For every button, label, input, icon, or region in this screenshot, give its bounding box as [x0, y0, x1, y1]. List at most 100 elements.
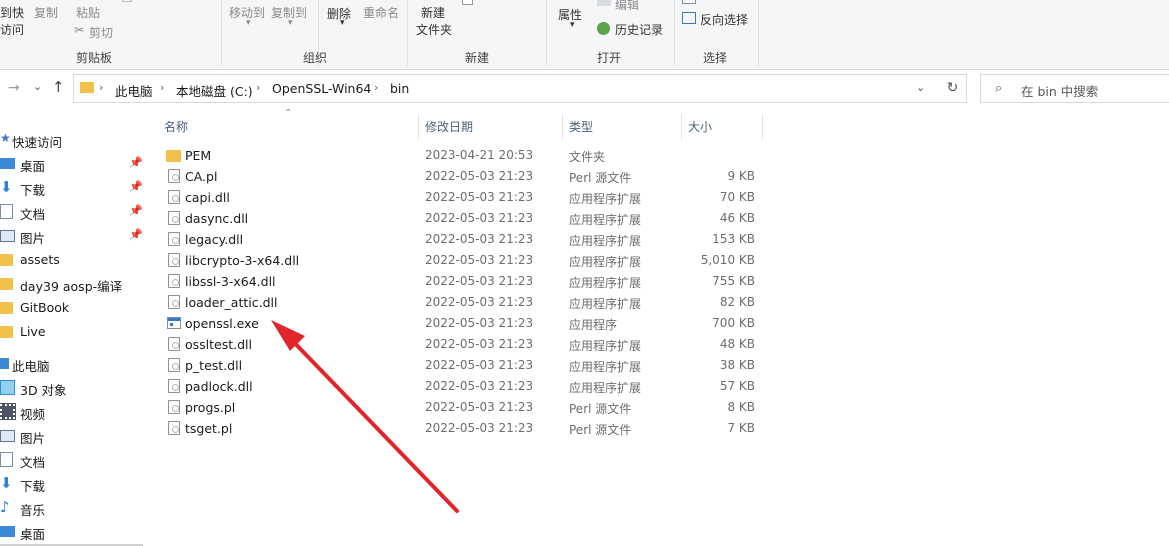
- nav-item-this-pc[interactable]: 此电脑: [0, 352, 146, 376]
- table-row[interactable]: capi.dll 2022-05-03 21:23 应用程序扩展 70 KB: [164, 187, 764, 208]
- edit-button[interactable]: 编辑: [615, 0, 639, 13]
- refresh-button[interactable]: ↻: [939, 74, 967, 103]
- nav-item-desktop-2[interactable]: 桌面: [0, 520, 146, 544]
- breadcrumb-local-disk[interactable]: 本地磁盘 (C:): [176, 81, 253, 100]
- up-arrow-icon[interactable]: ↑: [52, 78, 65, 96]
- nav-item-label: day39 aosp-编译: [20, 279, 123, 294]
- document-icon: [0, 204, 13, 219]
- column-header-size[interactable]: 大小: [688, 118, 712, 135]
- nav-item-desktop[interactable]: 桌面 📌: [0, 152, 146, 176]
- desktop-icon: [0, 526, 15, 537]
- column-divider[interactable]: [418, 114, 419, 140]
- nav-item-assets[interactable]: assets: [0, 248, 146, 272]
- table-row[interactable]: p_test.dll 2022-05-03 21:23 应用程序扩展 38 KB: [164, 355, 764, 376]
- column-divider[interactable]: [681, 114, 682, 140]
- file-type: 应用程序扩展: [569, 360, 642, 374]
- nav-item-documents[interactable]: 文档 📌: [0, 200, 146, 224]
- table-row[interactable]: padlock.dll 2022-05-03 21:23 应用程序扩展 57 KB: [164, 376, 764, 397]
- chevron-down-icon[interactable]: ⌄: [916, 81, 925, 94]
- column-header-name[interactable]: 名称: [164, 118, 188, 135]
- table-row[interactable]: loader_attic.dll 2022-05-03 21:23 应用程序扩展 82…: [164, 292, 764, 313]
- breadcrumb-openssl[interactable]: OpenSSL-Win64: [272, 81, 371, 96]
- file-type: 应用程序扩展: [569, 213, 642, 227]
- chevron-right-icon[interactable]: ›: [374, 81, 378, 94]
- new-folder-button[interactable]: 新建: [421, 4, 445, 21]
- recent-locations-chevron-icon[interactable]: ⌄: [33, 80, 42, 93]
- file-type: 应用程序: [569, 318, 618, 332]
- breadcrumb-this-pc[interactable]: 此电脑: [115, 81, 153, 100]
- table-row[interactable]: dasync.dll 2022-05-03 21:23 应用程序扩展 46 KB: [164, 208, 764, 229]
- nav-item-pictures[interactable]: 图片 📌: [0, 224, 146, 248]
- cut-button[interactable]: 剪切: [89, 24, 113, 41]
- nav-item-documents-2[interactable]: 文档: [0, 448, 146, 472]
- pin-icon[interactable]: 📌: [129, 228, 143, 241]
- column-divider[interactable]: [762, 114, 763, 140]
- nav-item-label: 文档: [20, 207, 46, 222]
- table-row[interactable]: ossltest.dll 2022-05-03 21:23 应用程序扩展 48 KB: [164, 334, 764, 355]
- nav-item-downloads-2[interactable]: ⬇ 下载: [0, 472, 146, 496]
- file-name: progs.pl: [185, 400, 236, 415]
- pin-to-quick-access-button[interactable]: 到快: [0, 4, 24, 21]
- history-icon: [597, 22, 610, 35]
- dll-icon: [168, 274, 180, 288]
- table-row[interactable]: openssl.exe 2022-05-03 21:23 应用程序 700 KB: [164, 313, 764, 334]
- table-row[interactable]: tsget.pl 2022-05-03 21:23 Perl 源文件 7 KB: [164, 418, 764, 439]
- table-row[interactable]: libssl-3-x64.dll 2022-05-03 21:23 应用程序扩展 75…: [164, 271, 764, 292]
- pin-icon[interactable]: 📌: [129, 156, 143, 169]
- paste-button[interactable]: 粘贴: [76, 4, 100, 21]
- table-row[interactable]: progs.pl 2022-05-03 21:23 Perl 源文件 8 KB: [164, 397, 764, 418]
- nav-item-live[interactable]: Live: [0, 320, 146, 344]
- nav-item-gitbook[interactable]: GitBook: [0, 296, 146, 320]
- desktop-icon: [0, 158, 15, 169]
- file-modified: 2022-05-03 21:23: [425, 274, 534, 288]
- table-row[interactable]: CA.pl 2022-05-03 21:23 Perl 源文件 9 KB: [164, 166, 764, 187]
- forward-arrow-icon[interactable]: →: [8, 80, 20, 96]
- search-input[interactable]: ⌕ 在 bin 中搜索: [980, 74, 1169, 103]
- column-header-type[interactable]: 类型: [569, 118, 593, 135]
- table-row[interactable]: legacy.dll 2022-05-03 21:23 应用程序扩展 153 KB: [164, 229, 764, 250]
- nav-item-music[interactable]: ♪ 音乐: [0, 496, 146, 520]
- nav-item-downloads[interactable]: ⬇ 下载 📌: [0, 176, 146, 200]
- nav-item-label: 文档: [20, 455, 46, 470]
- column-header-modified[interactable]: 修改日期: [425, 118, 473, 135]
- nav-item-3d-objects[interactable]: 3D 对象: [0, 376, 146, 400]
- nav-item-day39[interactable]: day39 aosp-编译: [0, 272, 146, 296]
- pin-icon[interactable]: 📌: [129, 180, 143, 193]
- file-modified: 2022-05-03 21:23: [425, 295, 534, 309]
- file-icon: [168, 421, 180, 435]
- nav-item-pictures-2[interactable]: 图片: [0, 424, 146, 448]
- file-modified: 2022-05-03 21:23: [425, 169, 534, 183]
- file-name: libssl-3-x64.dll: [185, 274, 276, 289]
- computer-icon: [0, 358, 9, 369]
- delete-button[interactable]: 删除: [327, 5, 351, 22]
- chevron-right-icon[interactable]: ›: [256, 81, 260, 94]
- scissors-icon: ✂: [74, 23, 85, 37]
- nav-item-videos[interactable]: 视频: [0, 400, 146, 424]
- file-name: capi.dll: [185, 190, 230, 205]
- ribbon-divider: [674, 0, 675, 66]
- file-type: 文件夹: [569, 150, 606, 164]
- pin-icon[interactable]: 📌: [129, 204, 143, 217]
- document-icon: [0, 452, 13, 467]
- table-row[interactable]: libcrypto-3-x64.dll 2022-05-03 21:23 应用程序扩…: [164, 250, 764, 271]
- folder-icon: [0, 254, 13, 266]
- 3d-objects-icon: [0, 380, 15, 395]
- copy-button[interactable]: 复制: [34, 4, 58, 21]
- column-divider[interactable]: [562, 114, 563, 140]
- chevron-right-icon[interactable]: ›: [99, 81, 103, 94]
- nav-item-quick-access[interactable]: ★ 快速访问: [0, 128, 146, 152]
- address-bar-row: → ⌄ ↑ › 此电脑 › 本地磁盘 (C:) › OpenSSL-Win64 …: [0, 70, 1169, 108]
- invert-selection-icon: [682, 12, 696, 24]
- file-modified: 2022-05-03 21:23: [425, 358, 534, 372]
- invert-selection-button[interactable]: 反向选择: [700, 11, 748, 28]
- file-name: PEM: [185, 148, 212, 163]
- music-icon: ♪: [0, 498, 10, 516]
- breadcrumb-bin[interactable]: bin: [390, 81, 409, 96]
- address-bar[interactable]: › 此电脑 › 本地磁盘 (C:) › OpenSSL-Win64 › bin …: [73, 74, 967, 103]
- chevron-right-icon[interactable]: ›: [160, 81, 164, 94]
- copy-path-icon: [122, 0, 132, 2]
- history-button[interactable]: 历史记录: [615, 21, 663, 38]
- rename-button[interactable]: 重命名: [363, 4, 399, 21]
- nav-item-label: 图片: [20, 431, 46, 446]
- table-row[interactable]: PEM 2023-04-21 20:53 文件夹: [164, 145, 764, 166]
